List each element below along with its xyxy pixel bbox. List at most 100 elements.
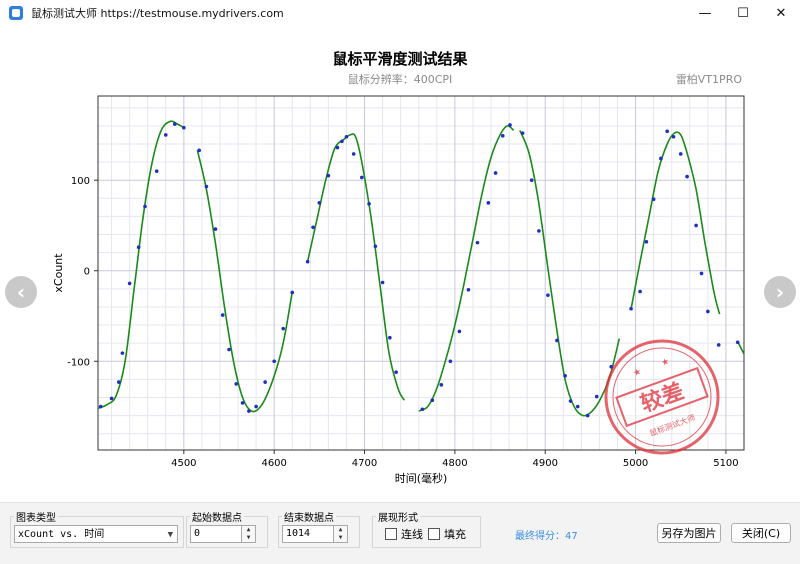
end-point-value: 1014 (286, 528, 311, 539)
data-point (568, 399, 573, 403)
data-point (380, 280, 385, 285)
chevron-down-icon: ▼ (167, 530, 173, 540)
data-point (671, 134, 676, 139)
chart-type-value: xCount vs. 时间 (18, 529, 105, 540)
x-tick-label: 5000 (623, 458, 648, 469)
data-point (537, 229, 541, 233)
line-checkbox[interactable]: 连线 (385, 526, 423, 542)
fill-checkbox-label: 填充 (444, 528, 466, 541)
data-point (448, 359, 453, 364)
stamp-star-icon: ★ (660, 357, 671, 369)
data-point (98, 404, 103, 409)
data-point (254, 404, 258, 409)
data-point (694, 223, 698, 228)
data-point (493, 171, 498, 175)
data-point (629, 306, 633, 311)
data-point (326, 173, 331, 178)
x-tick-label: 4500 (171, 458, 196, 469)
x-tick-label: 4800 (442, 458, 467, 469)
data-point (575, 404, 580, 409)
x-tick-label: 4900 (533, 458, 558, 469)
data-point (127, 281, 132, 286)
y-tick-label: -100 (67, 357, 90, 368)
data-point (563, 373, 567, 378)
x-tick-label: 4700 (352, 458, 377, 469)
data-point (486, 201, 491, 205)
data-point (263, 380, 267, 384)
data-point (594, 394, 599, 399)
chart-type-label: 图表类型 (14, 509, 58, 524)
data-point (420, 407, 425, 412)
start-point-input[interactable]: 0 ▲ ▼ (190, 525, 256, 543)
spin-arrows-icon[interactable]: ▲ ▼ (241, 526, 255, 542)
save-as-image-button[interactable]: 另存为图片 (657, 523, 721, 543)
start-point-value: 0 (194, 528, 201, 539)
data-point (659, 156, 663, 161)
data-point (546, 293, 550, 297)
data-point (644, 239, 649, 244)
checkbox-box[interactable] (385, 528, 397, 540)
data-point (109, 396, 114, 401)
x-axis-label: 时间(毫秒) (395, 471, 448, 485)
data-point (143, 204, 147, 209)
data-point (706, 309, 710, 314)
fill-checkbox[interactable]: 填充 (428, 526, 466, 542)
data-point (439, 383, 444, 387)
data-point (475, 240, 480, 245)
series-line (97, 120, 185, 410)
data-point (651, 197, 656, 202)
spin-arrows-icon[interactable]: ▲ ▼ (333, 526, 347, 542)
data-point (351, 152, 356, 156)
data-point (500, 134, 505, 138)
data-point (457, 329, 462, 334)
next-arrow-button[interactable]: › (764, 276, 796, 308)
close-button[interactable]: 关闭(C) (731, 523, 791, 543)
data-point (163, 133, 168, 137)
display-mode-label: 展现形式 (376, 509, 420, 524)
data-point (227, 347, 231, 352)
line-checkbox-label: 连线 (401, 528, 423, 541)
final-score: 最终得分：47 (515, 531, 578, 542)
data-point (344, 134, 349, 139)
data-point (120, 351, 125, 355)
data-point (197, 148, 201, 153)
y-tick-label: 100 (71, 176, 90, 187)
data-point (213, 227, 218, 231)
series-line (306, 133, 406, 401)
end-point-label: 结束数据点 (282, 509, 336, 524)
series-line (630, 131, 721, 315)
data-point (638, 289, 642, 294)
data-point (529, 178, 534, 182)
y-axis-label: xCount (52, 253, 65, 293)
stamp-star-icon: ★ (632, 367, 643, 379)
data-point (116, 380, 121, 384)
start-point-label: 起始数据点 (190, 509, 244, 524)
data-point (360, 175, 364, 180)
data-point (240, 401, 245, 405)
data-point (678, 152, 683, 156)
data-point (290, 290, 295, 295)
prev-arrow-button[interactable]: ‹ (5, 276, 37, 308)
y-tick-label: 0 (84, 267, 90, 278)
checkbox-box[interactable] (428, 528, 440, 540)
data-point (735, 340, 740, 345)
data-point (367, 201, 371, 206)
rating-stamp: ★ ★ 较差 鼠标测试大师 (604, 339, 720, 455)
data-point (373, 244, 378, 249)
data-point (665, 129, 670, 134)
chart-type-select[interactable]: xCount vs. 时间 ▼ (14, 525, 178, 543)
data-point (281, 326, 286, 331)
data-point (220, 313, 225, 317)
data-point (311, 225, 315, 230)
data-point (466, 287, 471, 292)
data-point (317, 201, 322, 205)
data-point (388, 335, 392, 340)
data-point (234, 382, 239, 386)
data-point (204, 184, 209, 189)
data-point (699, 271, 704, 276)
data-point (340, 139, 344, 144)
data-point (394, 370, 398, 374)
data-point (430, 398, 435, 403)
data-point (136, 245, 141, 249)
end-point-input[interactable]: 1014 ▲ ▼ (282, 525, 348, 543)
